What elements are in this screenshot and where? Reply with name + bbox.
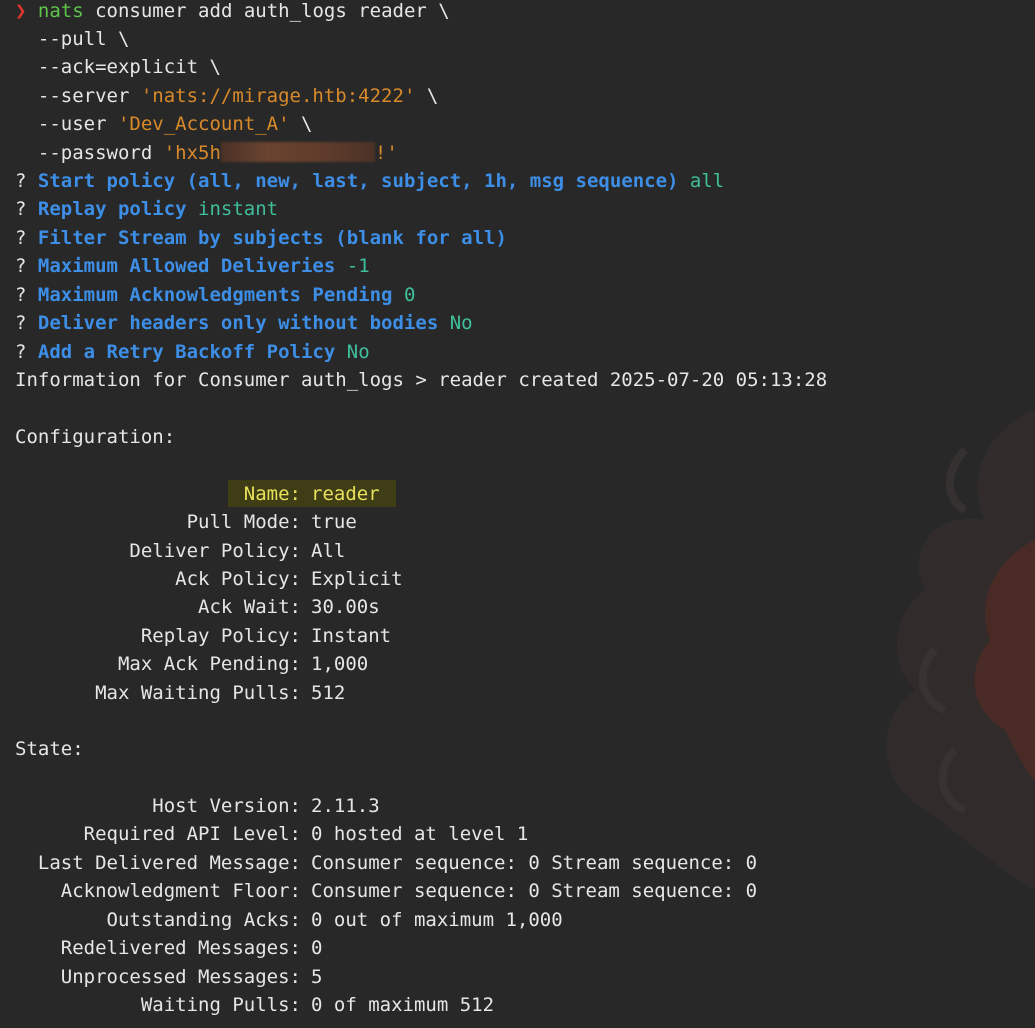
- question-mark: ?: [15, 227, 38, 249]
- prompt-answer: No: [335, 341, 370, 363]
- state-value: 0 of maximum 512: [311, 994, 495, 1016]
- state-value: 0 hosted at level 1: [311, 823, 529, 845]
- question-mark: ?: [15, 341, 38, 363]
- prompt-answer: -1: [335, 255, 370, 277]
- prompt-headers-only: ? Deliver headers only without bodies No: [15, 309, 473, 337]
- config-value: 512: [311, 682, 346, 704]
- question-mark: ?: [15, 170, 38, 192]
- config-key: Replay Policy:: [140, 625, 301, 647]
- config-key: Ack Policy:: [175, 568, 301, 590]
- dragon-watermark-icon: [886, 410, 1035, 890]
- prompt-max-ack-pending: ? Maximum Acknowledgments Pending 0: [15, 281, 415, 309]
- server-flag: --server: [15, 85, 141, 107]
- command-line-server: --server 'nats://mirage.htb:4222' \: [15, 82, 438, 110]
- config-value: 1,000: [311, 653, 369, 675]
- prompt-answer: all: [678, 170, 725, 192]
- command-program: nats: [37, 0, 84, 22]
- state-key: Required API Level:: [83, 823, 301, 845]
- prompt-start-policy: ? Start policy (all, new, last, subject,…: [15, 167, 724, 195]
- state-heading: State:: [15, 738, 84, 760]
- redacted-password-block: [220, 142, 375, 162]
- state-key: Acknowledgment Floor:: [60, 880, 301, 902]
- config-key: Deliver Policy:: [129, 540, 301, 562]
- command-args: consumer add auth_logs reader \: [83, 0, 450, 22]
- state-key: Redelivered Messages:: [60, 937, 301, 959]
- user-flag: --user: [15, 113, 118, 135]
- password-prefix: 'hx5h: [163, 142, 221, 164]
- state-key: Last Delivered Message:: [37, 852, 301, 874]
- state-value: 2.11.3: [311, 795, 380, 817]
- config-key: Ack Wait:: [198, 596, 301, 618]
- question-mark: ?: [15, 284, 38, 306]
- configuration-heading: Configuration:: [15, 426, 176, 448]
- prompt-icon: ❯: [15, 0, 27, 22]
- prompt-max-deliveries: ? Maximum Allowed Deliveries -1: [15, 252, 370, 280]
- command-line-password: --password 'hx5h !': [15, 139, 398, 167]
- prompt-question: Deliver headers only without bodies: [37, 312, 439, 334]
- config-key: Name:: [243, 483, 301, 505]
- config-value: Instant: [311, 625, 392, 647]
- state-value: 0: [311, 937, 323, 959]
- terminal-window[interactable]: ❯ nats consumer add auth_logs reader \ -…: [0, 0, 1035, 1028]
- user-value: 'Dev_Account_A': [117, 113, 290, 135]
- command-line-user: --user 'Dev_Account_A' \: [15, 110, 313, 138]
- config-value: Explicit: [311, 568, 403, 590]
- prompt-answer: instant: [186, 198, 279, 220]
- prompt-question: Maximum Allowed Deliveries: [37, 255, 336, 277]
- state-value: 0 out of maximum 1,000: [311, 909, 563, 931]
- command-line-2: --pull \: [15, 28, 130, 50]
- state-value: Consumer sequence: 0 Stream sequence: 0: [311, 880, 758, 902]
- prompt-retry-backoff: ? Add a Retry Backoff Policy No: [15, 338, 370, 366]
- config-value: reader: [311, 483, 380, 505]
- config-value: All: [311, 540, 346, 562]
- state-key: Outstanding Acks:: [106, 909, 301, 931]
- config-value: true: [311, 511, 357, 533]
- prompt-filter-stream: ? Filter Stream by subjects (blank for a…: [15, 224, 507, 252]
- config-key: Pull Mode:: [186, 511, 301, 533]
- user-tail: \: [289, 113, 313, 135]
- state-key: Unprocessed Messages:: [60, 966, 301, 988]
- question-mark: ?: [15, 312, 38, 334]
- config-key: Max Ack Pending:: [117, 653, 301, 675]
- config-key: Max Waiting Pulls:: [95, 682, 301, 704]
- state-value: 5: [311, 966, 323, 988]
- prompt-question: Add a Retry Backoff Policy: [37, 341, 336, 363]
- server-value: 'nats://mirage.htb:4222': [140, 85, 416, 107]
- state-key: Host Version:: [152, 795, 301, 817]
- server-tail: \: [415, 85, 439, 107]
- prompt-question: Replay policy: [37, 198, 187, 220]
- prompt-replay-policy: ? Replay policy instant: [15, 195, 278, 223]
- prompt-answer: No: [438, 312, 473, 334]
- prompt-question: Start policy (all, new, last, subject, 1…: [37, 170, 679, 192]
- password-flag: --password: [15, 142, 164, 164]
- prompt-question: Maximum Acknowledgments Pending: [37, 284, 393, 306]
- prompt-answer: 0: [392, 284, 416, 306]
- command-line-3: --ack=explicit \: [15, 56, 221, 78]
- question-mark: ?: [15, 198, 38, 220]
- state-value: Consumer sequence: 0 Stream sequence: 0: [311, 852, 758, 874]
- info-line: Information for Consumer auth_logs > rea…: [15, 369, 828, 391]
- config-value: 30.00s: [311, 596, 380, 618]
- command-line-1: ❯ nats consumer add auth_logs reader \: [15, 0, 450, 25]
- prompt-question: Filter Stream by subjects (blank for all…: [37, 227, 507, 249]
- question-mark: ?: [15, 255, 38, 277]
- password-suffix: !': [374, 142, 398, 164]
- state-key: Waiting Pulls:: [140, 994, 301, 1016]
